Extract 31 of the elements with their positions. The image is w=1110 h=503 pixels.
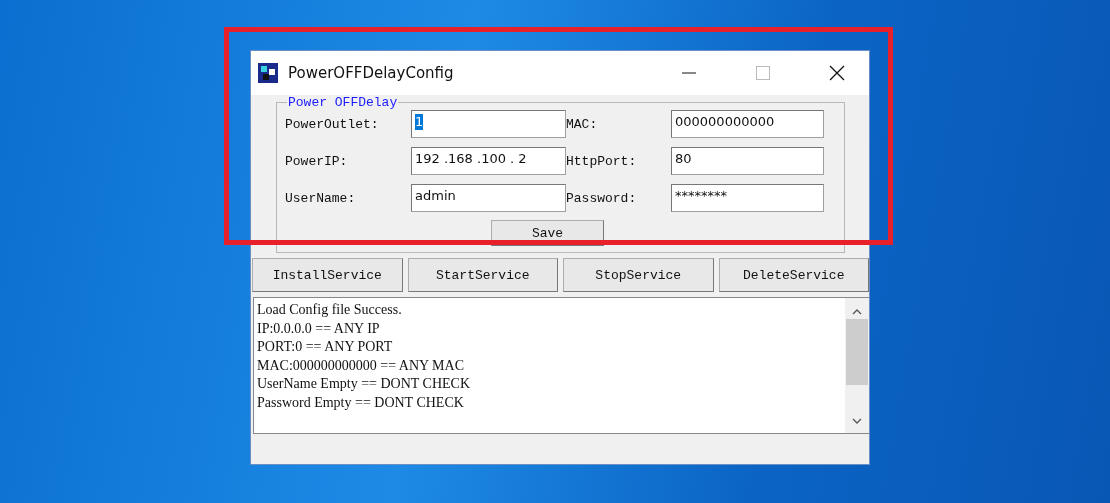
input-field[interactable]: 80	[671, 147, 824, 175]
input-field[interactable]: 1	[411, 110, 566, 138]
close-icon[interactable]	[829, 65, 845, 81]
group-title: Power OFFDelay	[287, 95, 399, 110]
maximize-icon[interactable]	[755, 65, 771, 81]
window-title: PowerOFFDelayConfig	[288, 64, 455, 82]
input-field[interactable]: admin	[411, 184, 566, 212]
scroll-thumb[interactable]	[846, 318, 868, 385]
field-label: MAC:	[566, 116, 599, 132]
log-line: IP:0.0.0.0 == ANY IP	[257, 319, 381, 338]
field-label: Password:	[566, 190, 638, 206]
scroll-down-icon[interactable]	[852, 417, 862, 425]
log-line: PORT:0 == ANY PORT	[257, 338, 394, 356]
service-button[interactable]: DeleteService	[718, 258, 869, 292]
input-field[interactable]: 192 .168 .100 . 2	[411, 147, 566, 175]
field-label: PowerOutlet:	[285, 116, 380, 132]
scroll-up-icon[interactable]	[852, 308, 862, 316]
log-line: UserName Empty == DONT CHECK	[257, 375, 472, 393]
service-button[interactable]: StartService	[407, 258, 558, 292]
log-line: Password Empty == DONT CHECK	[257, 393, 465, 412]
scrollbar[interactable]	[845, 298, 869, 433]
field-label: HttpPort:	[566, 153, 638, 169]
log-line: MAC:000000000000 == ANY MAC	[257, 356, 465, 375]
service-button[interactable]: InstallService	[252, 258, 403, 292]
service-button[interactable]: StopService	[563, 258, 714, 292]
input-field[interactable]: 000000000000	[671, 110, 824, 138]
cube-icon	[258, 63, 278, 83]
input-field[interactable]: ********	[671, 184, 824, 212]
field-label: UserName:	[285, 190, 357, 206]
log-line: Load Config file Success.	[257, 301, 403, 319]
field-label: PowerIP:	[285, 153, 349, 169]
